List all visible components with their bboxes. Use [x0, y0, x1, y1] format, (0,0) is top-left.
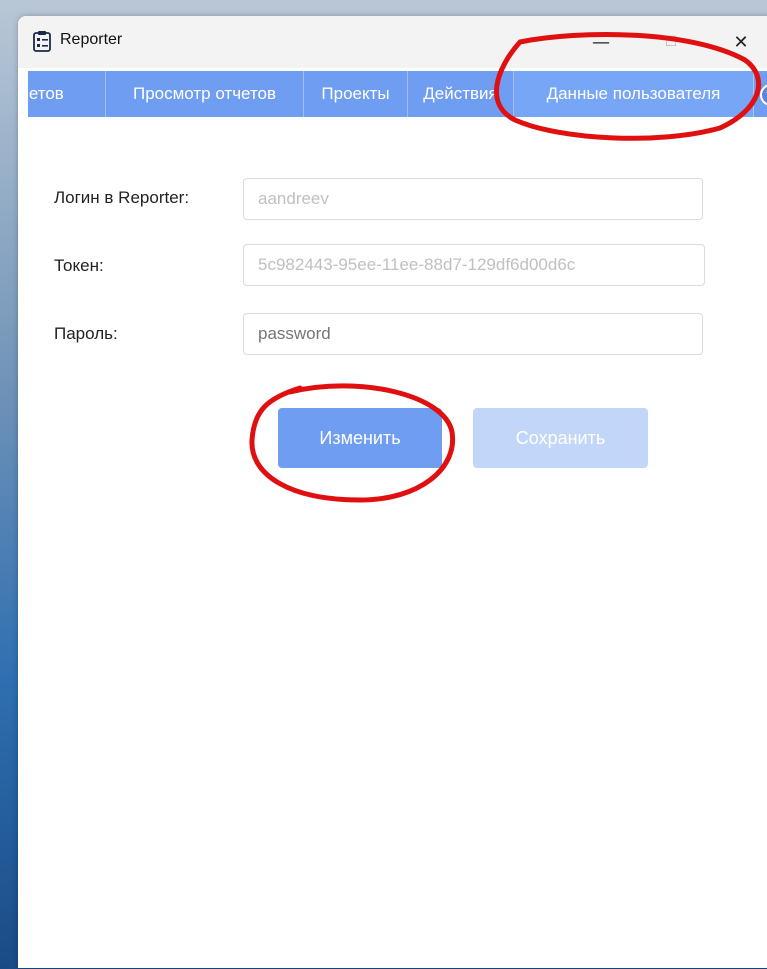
tab-actions[interactable]: Действия — [408, 71, 514, 117]
title-bar: Reporter — ☐ ✕ — [18, 16, 767, 68]
password-label: Пароль: — [54, 324, 118, 343]
save-button[interactable]: Сохранить — [473, 408, 648, 468]
maximize-button[interactable]: ☐ — [648, 26, 694, 58]
maximize-icon: ☐ — [664, 34, 678, 50]
tab-projects[interactable]: Проекты — [304, 71, 408, 117]
token-input[interactable] — [243, 244, 705, 286]
token-label: Токен: — [54, 256, 104, 275]
close-button[interactable]: ✕ — [718, 26, 764, 58]
minimize-icon: — — [592, 31, 610, 53]
minimize-button[interactable]: — — [578, 26, 624, 58]
tab-user-data[interactable]: Данные пользователя — [514, 71, 754, 117]
tab-reports-partial[interactable]: четов — [28, 71, 106, 117]
password-input[interactable] — [243, 313, 703, 355]
tab-view-reports[interactable]: Просмотр отчетов — [106, 71, 304, 117]
login-label: Логин в Reporter: — [54, 188, 190, 207]
edit-button[interactable]: Изменить — [278, 408, 442, 468]
clipboard-icon — [33, 31, 51, 52]
close-icon: ✕ — [733, 31, 749, 53]
login-input[interactable] — [243, 178, 703, 220]
window-title: Reporter — [60, 31, 123, 48]
tab-bar: четов Просмотр отчетов Проекты Действия … — [28, 71, 767, 117]
app-window: Reporter — ☐ ✕ четов Просмотр отчетов Пр… — [18, 16, 767, 968]
chevron-down-icon[interactable] — [760, 84, 767, 106]
